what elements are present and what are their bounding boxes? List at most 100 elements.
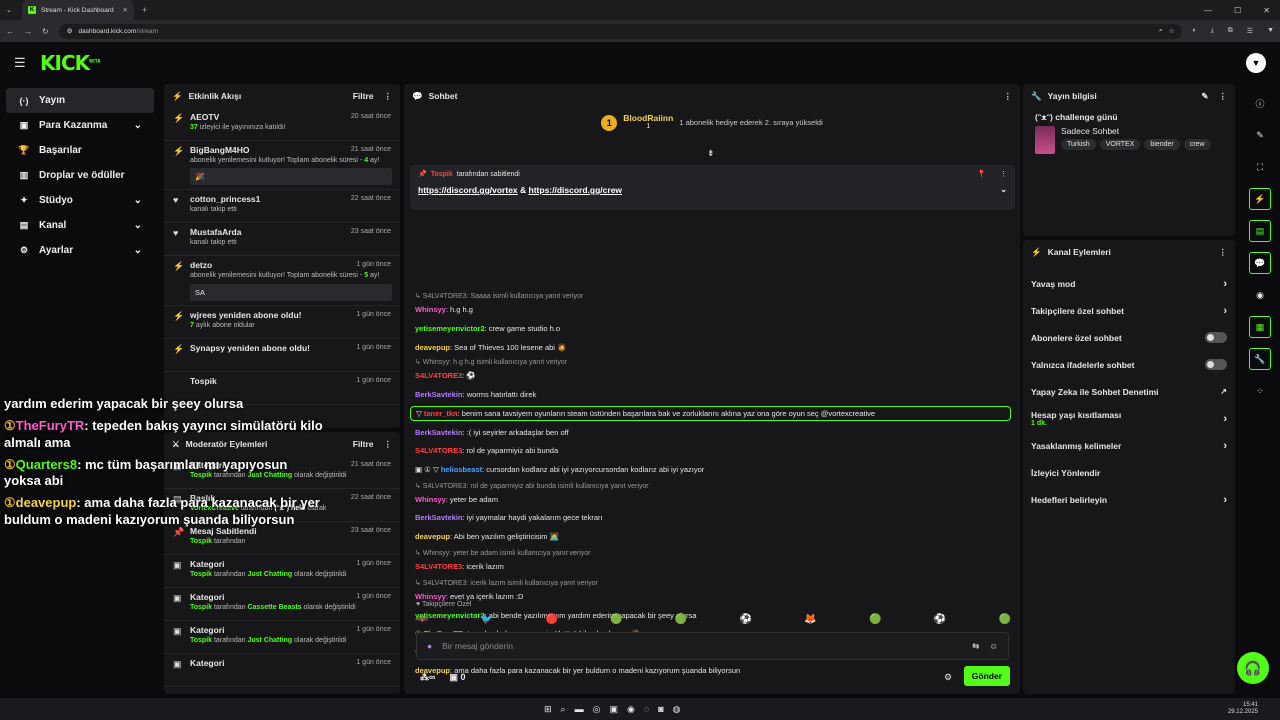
chat-username[interactable]: S4LV4TORE3 [415,562,462,571]
scroll-down-icon[interactable]: ⇟ [707,148,715,159]
chat-username[interactable]: taner_tkn [424,409,458,418]
chrome-icon[interactable]: ◍ [673,704,681,715]
app-icon[interactable]: ▣ [609,704,618,715]
chat-message[interactable]: deavepup: Abi ben yazılım geliştiricisim… [415,532,559,541]
chat-message[interactable]: ▣ ① ▽ heliosbeast: cursordan kodlanz abi… [415,465,704,474]
sidebar-item-3[interactable]: ▥ Droplar ve ödüller [6,163,154,188]
emote-icon[interactable]: 🦊 [804,614,816,625]
stream-tag[interactable]: biender [1144,139,1180,150]
info-icon[interactable]: ⓘ [1249,92,1271,114]
shield-icon[interactable]: ▼ [1267,27,1274,35]
steam-icon[interactable]: ◎ [593,704,601,715]
site-info-icon[interactable]: ⚙ [67,27,73,35]
close-tab-icon[interactable]: ✕ [123,6,128,14]
chevron-right-icon[interactable]: › [1223,305,1227,317]
chat-message[interactable]: S4LV4TORE3: ⚽ [415,371,476,380]
forward-icon[interactable]: → [24,27,32,36]
sidebar-item-1[interactable]: ▣ Para Kazanma ⌄ [6,113,154,138]
chat-username[interactable]: yetisemeyenvictor2 [415,324,485,333]
chat-username[interactable]: deavepup [415,532,450,541]
app-icon[interactable]: ◉ [627,704,635,715]
search-icon[interactable]: ⌕ [561,704,566,715]
reload-icon[interactable]: ↻ [42,27,49,36]
chat-username[interactable]: S4LV4TORE3 [415,446,462,455]
windows-start-icon[interactable]: ⊞ [544,704,552,715]
chat-username[interactable]: Whinsyy [415,495,446,504]
new-tab-button[interactable]: + [142,5,147,15]
sidebar-item-4[interactable]: ✦ Stüdyo ⌄ [6,188,154,213]
minimize-button[interactable]: — [1204,6,1212,15]
book-rail-icon[interactable]: ▤ [1249,220,1271,242]
activity-filter-button[interactable]: Filtre [353,91,374,101]
channel-action-row[interactable]: Hedefleri belirleyin › [1023,486,1235,513]
more-options-icon[interactable]: ⋮ [384,439,393,450]
chat-message[interactable]: BerkSavtekin: worms hatırlattı direk [415,390,536,399]
chat-message[interactable]: Whinsyy: yeter be adam [415,495,498,504]
chat-message[interactable]: BerkSavtekin: iyi yaymalar haydi yakalar… [415,513,603,522]
folder-icon[interactable]: ▬ [575,704,584,715]
app-icon[interactable]: ◌ [644,704,649,715]
chevron-right-icon[interactable]: › [1223,440,1227,452]
broadcast-rail-icon[interactable]: ◉ [1249,284,1271,306]
sidebar-item-5[interactable]: ▤ Kanal ⌄ [6,213,154,238]
maximize-button[interactable]: ☐ [1234,6,1241,15]
chat-message[interactable]: deavepup: Sea of Thieves 100 lesene abi … [415,343,566,352]
channel-action-row[interactable]: Yasaklanmış kelimeler › [1023,432,1235,459]
pinned-link-1[interactable]: https://discord.gg/vortex [418,185,518,195]
zoom-icon[interactable]: ⌕ [1159,27,1163,35]
kick-logo[interactable]: KICKBETA [40,51,100,75]
channel-action-row[interactable]: Hesap yaşı kısıtlaması 1 dk. › [1023,405,1235,432]
more-options-icon[interactable]: ⋮ [1219,91,1228,102]
more-options-icon[interactable]: ⋮ [1219,247,1228,258]
menu-icon[interactable]: ☰ [14,55,26,71]
mic-icon[interactable]: ● [427,641,432,651]
sidebar-item-0[interactable]: (·) Yayın [6,88,154,113]
chevron-down-icon[interactable]: ⌄ [134,245,142,256]
emote-icon[interactable]: 🟢 [869,614,881,625]
emote-icon[interactable]: 🦇 [416,614,428,625]
support-headset-icon[interactable]: 🎧 [1237,652,1269,684]
emote-icon[interactable]: 🟢 [610,614,622,625]
sidebar-item-6[interactable]: ⚙ Ayarlar ⌄ [6,238,154,263]
channel-action-row[interactable]: Takipçilere özel sohbet › [1023,297,1235,324]
browser-tab[interactable]: K Stream - Kick Dashboard ✕ [22,0,134,20]
chat-message[interactable]: S4LV4TORE3: icerik lazım [415,562,504,571]
profile-icon[interactable]: ☰ [1247,27,1253,35]
chat-message[interactable]: Whinsyy: h.g h.g [415,305,473,314]
chat-settings-icon[interactable]: ⚙ [944,672,952,683]
sidebar-item-2[interactable]: 🏆 Başarılar [6,138,154,163]
external-link-icon[interactable]: ↗ [1220,387,1227,396]
tab-list-icon[interactable]: ⌄ [6,6,12,14]
edit-icon[interactable]: ✎ [1201,91,1208,102]
close-window-button[interactable]: ✕ [1263,6,1270,15]
channel-action-row[interactable]: Yalnızca ifadelerle sohbet [1023,351,1235,378]
points-icon[interactable]: ▣ 0 [449,672,465,683]
fullscreen-icon[interactable]: ⛶ [1249,156,1271,178]
dots-rail-icon[interactable]: ⁘ [1249,380,1271,402]
url-field[interactable]: ⚙ dashboard.kick.com/stream ⌕ ☆ [58,23,1183,39]
chevron-down-icon[interactable]: ⌄ [134,220,142,231]
unpin-icon[interactable]: 📍 [977,170,986,178]
chat-rail-icon[interactable]: 💬 [1249,252,1271,274]
chevron-right-icon[interactable]: › [1223,413,1227,425]
emote-icon[interactable]: 🐦 [481,614,493,625]
system-clock[interactable]: 15:41 29.12.2025 [1228,702,1280,716]
bookmark-star-icon[interactable]: ☆ [1169,27,1175,35]
send-button[interactable]: Gönder [963,666,1010,686]
chat-username[interactable]: BerkSavtekin [415,390,463,399]
chat-message[interactable]: BerkSavtekin: :( iyi seyirler arkadaşlar… [415,428,569,437]
extension-icon[interactable]: ◐ [1192,27,1196,35]
chat-username[interactable]: BerkSavtekin [415,428,463,437]
chat-username[interactable]: BerkSavtekin [415,513,463,522]
chevron-down-icon[interactable]: ⌄ [134,195,142,206]
emoji-icon[interactable]: ☺ [989,641,998,651]
toggle-switch[interactable] [1205,332,1227,343]
user-avatar[interactable]: ▼ [1246,53,1266,73]
emote-icon[interactable]: 🔴 [545,614,557,625]
chat-username[interactable]: heliosbeast [441,465,482,474]
channel-action-row[interactable]: Yapay Zeka ile Sohbet Denetimi ↗ [1023,378,1235,405]
wrench-rail-icon[interactable]: 🔧 [1249,348,1271,370]
channel-action-row[interactable]: Yavaş mod › [1023,270,1235,297]
back-icon[interactable]: ← [6,27,14,36]
chevron-right-icon[interactable]: › [1223,278,1227,290]
